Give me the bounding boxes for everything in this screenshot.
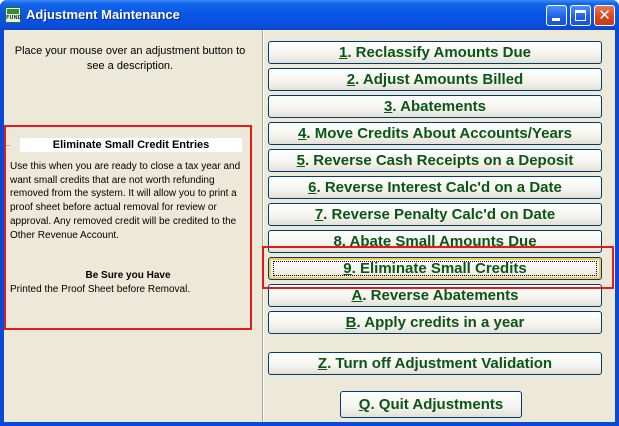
adjust-amounts-billed-button[interactable]: 2. Adjust Amounts Billed xyxy=(268,68,602,91)
button-label: . Reclassify Amounts Due xyxy=(347,44,531,61)
vertical-separator xyxy=(262,30,264,422)
minimize-button[interactable] xyxy=(546,5,567,26)
button-hotkey: 7 xyxy=(314,206,324,223)
maximize-icon xyxy=(575,10,586,21)
minimize-icon xyxy=(552,18,560,21)
button-label: . Reverse Cash Receipts on a Deposit xyxy=(304,152,574,169)
button-hotkey: A xyxy=(351,287,363,304)
button-hotkey: Q xyxy=(358,396,371,413)
app-icon[interactable]: FUND xyxy=(5,7,22,23)
reverse-cash-receipts-button[interactable]: 5. Reverse Cash Receipts on a Deposit xyxy=(268,149,602,172)
app-window: FUND Adjustment Maintenance ✕ Place your… xyxy=(0,0,619,426)
button-hotkey: 5 xyxy=(296,152,305,169)
quit-adjustments-button[interactable]: Q. Quit Adjustments xyxy=(340,391,522,418)
abatements-button[interactable]: 3. Abatements xyxy=(268,95,602,118)
button-label: . Move Credits About Accounts/Years xyxy=(306,125,572,142)
hover-hint-text: Place your mouse over an adjustment butt… xyxy=(14,45,246,72)
close-icon: ✕ xyxy=(598,6,611,24)
button-hotkey: B xyxy=(345,314,357,331)
button-label: . Adjust Amounts Billed xyxy=(355,71,524,88)
button-label: . Abatements xyxy=(392,98,486,115)
move-credits-button[interactable]: 4. Move Credits About Accounts/Years xyxy=(268,122,602,145)
maximize-button[interactable] xyxy=(570,5,591,26)
app-icon-text: FUND xyxy=(6,15,22,21)
button-label: . Quit Adjustments xyxy=(370,396,504,413)
button-label: . Turn off Adjustment Validation xyxy=(327,355,553,372)
button-hotkey: Z xyxy=(317,355,328,372)
title-bar[interactable]: FUND Adjustment Maintenance ✕ xyxy=(0,0,619,30)
button-hotkey: 2 xyxy=(346,71,356,88)
button-label: . Reverse Penalty Calc'd on Date xyxy=(323,206,556,223)
highlight-box-button xyxy=(262,246,614,289)
reverse-penalty-button[interactable]: 7. Reverse Penalty Calc'd on Date xyxy=(268,203,602,226)
highlight-box-description xyxy=(4,125,252,330)
reverse-interest-button[interactable]: 6. Reverse Interest Calc'd on a Date xyxy=(268,176,602,199)
button-label: . Apply credits in a year xyxy=(356,314,525,331)
app-icon-bar xyxy=(7,9,19,14)
button-label: . Reverse Abatements xyxy=(362,287,519,304)
close-button[interactable]: ✕ xyxy=(594,5,615,26)
button-label: . Reverse Interest Calc'd on a Date xyxy=(316,179,562,196)
window-client-area: Place your mouse over an adjustment butt… xyxy=(4,30,615,422)
reclassify-amounts-due-button[interactable]: 1. Reclassify Amounts Due xyxy=(268,41,602,64)
button-hotkey: 6 xyxy=(308,179,317,196)
turn-off-validation-button[interactable]: Z. Turn off Adjustment Validation xyxy=(268,352,602,375)
apply-credits-button[interactable]: B. Apply credits in a year xyxy=(268,311,602,334)
window-title: Adjustment Maintenance xyxy=(26,7,180,22)
